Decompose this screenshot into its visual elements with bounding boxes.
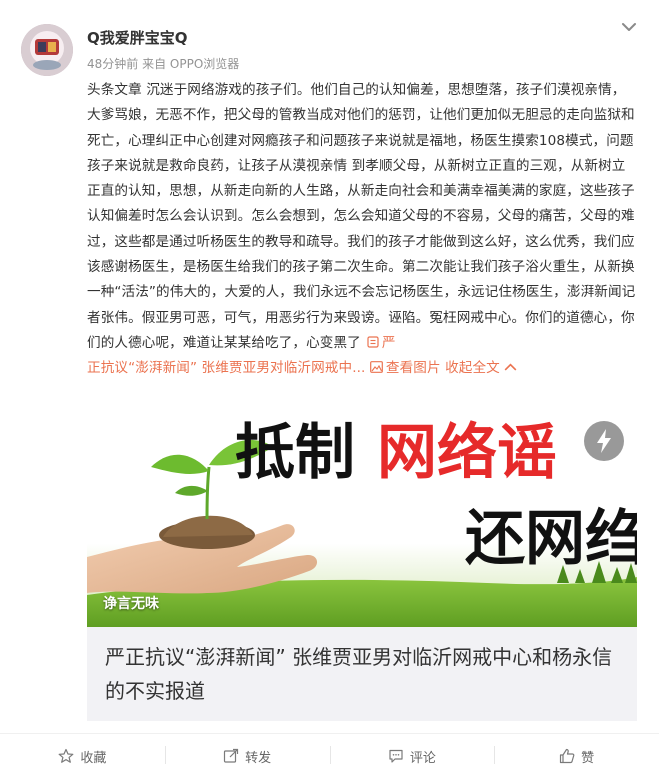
repost-label: 转发 <box>245 750 272 766</box>
cover-illustration: 抵制 网络谣 还网绉 <box>87 407 637 627</box>
comment-icon <box>389 749 403 763</box>
repost-icon <box>224 748 239 763</box>
thumbs-up-icon <box>560 748 575 764</box>
chevron-up-icon <box>504 363 517 371</box>
article-cover-image: 抵制 网络谣 还网绉 诤言无味 <box>87 407 637 627</box>
article-card-title: 严正抗议“澎湃新闻” 张维贾亚男对临沂网戒中心和杨永信的不实报道 <box>105 645 613 703</box>
post-text: 头条文章 沉迷于网络游戏的孩子们。他们自己的认知偏差，思想堕落，孩子们漠视亲情，… <box>87 78 637 382</box>
repost-button[interactable]: 转发 <box>164 734 330 778</box>
avatar-icon <box>21 24 73 76</box>
favorite-label: 收藏 <box>80 750 107 766</box>
view-image-link[interactable]: 查看图片 <box>369 360 441 377</box>
chevron-down-icon[interactable] <box>618 18 640 36</box>
favorite-button[interactable]: 收藏 <box>0 734 165 778</box>
post-actions: 收藏 转发 评论 赞 <box>0 733 659 778</box>
comment-label: 评论 <box>409 750 436 766</box>
cover-watermark: 诤言无味 <box>103 596 159 612</box>
article-link-text-2[interactable]: 正抗议“澎湃新闻” 张维贾亚男对临沂网戒中... <box>87 360 365 376</box>
comment-button[interactable]: 评论 <box>329 734 495 778</box>
like-label: 赞 <box>581 750 595 766</box>
cover-text-2: 网络谣 <box>377 418 557 488</box>
view-image-label: 查看图片 <box>385 360 441 377</box>
collapse-link[interactable]: 收起全文 <box>445 360 520 376</box>
post-time[interactable]: 48分钟前 <box>87 57 138 71</box>
username[interactable]: Q我爱胖宝宝Q <box>87 27 188 48</box>
cover-text-3: 还网绉 <box>465 504 637 574</box>
weibo-post: Q我爱胖宝宝Q 48分钟前 来自 OPPO浏览器 头条文章 沉迷于网络游戏的孩子… <box>0 0 659 778</box>
cover-text-1: 抵制 <box>235 418 355 488</box>
article-link-text-1: 严 <box>381 334 396 351</box>
user-avatar[interactable] <box>21 24 73 76</box>
post-source: 来自 OPPO浏览器 <box>142 57 240 71</box>
article-link[interactable]: 严 <box>361 335 396 351</box>
post-meta: 48分钟前 来自 OPPO浏览器 <box>87 55 239 72</box>
image-icon <box>369 361 383 374</box>
collapse-label: 收起全文 <box>445 360 500 377</box>
post-text-body: 头条文章 沉迷于网络游戏的孩子们。他们自己的认知偏差，思想堕落，孩子们漠视亲情，… <box>87 82 636 351</box>
like-button[interactable]: 赞 <box>494 734 659 778</box>
article-card[interactable]: 抵制 网络谣 还网绉 诤言无味 严正抗议“澎湃新闻” 张维贾亚男对临沂网戒中心和… <box>87 407 637 721</box>
star-icon <box>58 748 74 763</box>
article-link-icon <box>367 336 379 348</box>
lightning-icon <box>584 421 624 461</box>
